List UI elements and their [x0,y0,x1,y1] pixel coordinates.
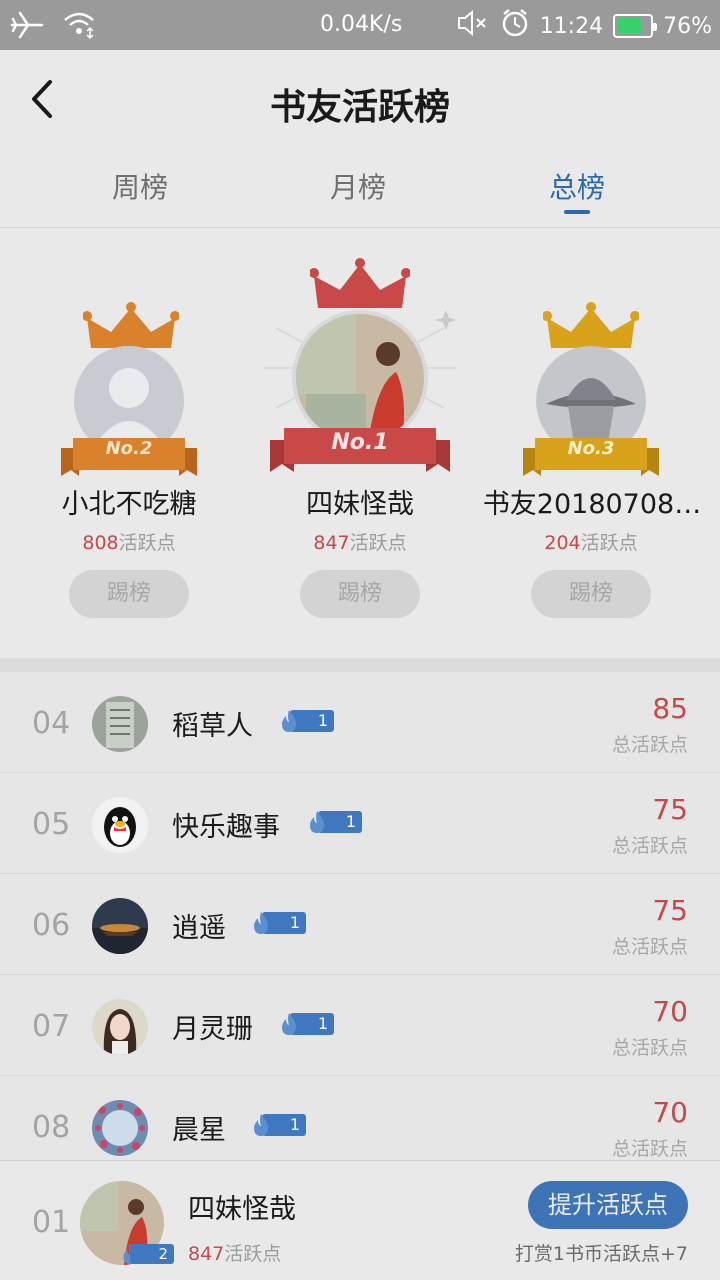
avatar[interactable] [92,696,148,752]
avatar[interactable] [92,898,148,954]
podium-second: No.2 小北不吃糖 808活跃点 踢榜 [9,228,249,658]
user-name: 稻草人 [172,711,253,742]
tab-monthly[interactable]: 月榜 [288,166,428,206]
airplane-icon [10,10,44,46]
flame-icon [310,811,324,833]
kick-button[interactable]: 踢榜 [531,570,651,618]
level-value: 2 [130,1244,174,1264]
floral-avatar-icon [92,1100,148,1156]
user-name: 逍遥 [172,913,226,944]
level-badge: 1 [276,1011,334,1037]
podium-points: 204活跃点 [471,528,711,555]
points-suffix: 活跃点 [118,532,176,554]
ranking-list: 04 稻草人 1 85 总活跃点 05 快乐趣事 1 75 总活跃点 06 逍遥 [0,672,720,1160]
tab-weekly[interactable]: 周榜 [70,166,210,206]
score-label: 总活跃点 [611,1037,688,1059]
avatar[interactable] [92,999,148,1055]
points-value: 204 [544,532,581,554]
level-badge: 1 [304,809,362,835]
points-suffix: 活跃点 [580,532,638,554]
my-points: 847活跃点 [188,1239,281,1266]
penguin-avatar-icon [92,797,148,853]
rank-badge-text: No.3 [567,438,615,459]
rank-number: 04 [32,706,71,741]
list-item[interactable]: 06 逍遥 1 75 总活跃点 [0,874,720,975]
podium: No.2 小北不吃糖 808活跃点 踢榜 No.1 四妹怪哉 847活跃点 踢榜… [0,228,720,658]
list-item[interactable]: 07 月灵珊 1 70 总活跃点 [0,975,720,1076]
crown-icon [83,302,179,348]
kick-button[interactable]: 踢榜 [300,570,420,618]
score-value: 70 [652,995,688,1028]
level-badge: 2 [118,1243,174,1265]
list-item[interactable]: 04 稻草人 1 85 总活跃点 [0,672,720,773]
score-value: 85 [652,692,688,725]
kick-button[interactable]: 踢榜 [69,570,189,618]
points-value: 847 [313,532,350,554]
rank-number: 07 [32,1009,71,1044]
user-name: 晨星 [172,1115,226,1146]
tab-overall[interactable]: 总榜 [507,166,647,206]
girl-avatar-icon [92,999,148,1055]
rank-number: 06 [32,908,71,943]
mute-icon [456,8,490,44]
level-badge: 1 [276,708,334,734]
section-divider [0,658,720,672]
score-value: 75 [652,793,688,826]
flame-icon [254,1114,268,1136]
active-tab-indicator [564,210,590,214]
podium-third: No.3 书友20180708… 204活跃点 踢榜 [471,228,711,658]
score-label: 总活跃点 [611,734,688,756]
score-value: 75 [652,894,688,927]
user-name: 快乐趣事 [172,812,280,843]
rank-badge-text: No.2 [105,438,153,459]
wifi-icon [62,10,96,46]
boost-activity-button[interactable]: 提升活跃点 [528,1181,688,1229]
user-name: 月灵珊 [172,1014,253,1045]
my-name: 四妹怪哉 [188,1194,296,1225]
podium-points: 847活跃点 [240,528,480,555]
score-label: 总活跃点 [611,835,688,857]
list-item[interactable]: 05 快乐趣事 1 75 总活跃点 [0,773,720,874]
flame-icon [254,912,268,934]
tab-bar: 周榜 月榜 总榜 [0,150,720,228]
rank-number: 05 [32,807,71,842]
flame-icon [282,710,296,732]
photo-avatar-icon [92,696,148,752]
podium-first: No.1 四妹怪哉 847活跃点 踢榜 [240,228,480,658]
avatar[interactable] [92,797,148,853]
flame-icon [282,1013,296,1035]
points-suffix: 活跃点 [224,1243,282,1265]
sunset-avatar-icon [92,898,148,954]
rank-badge-text: No.1 [331,430,389,455]
battery-icon [613,14,658,38]
alarm-icon [500,8,530,44]
battery-percent: 76% [663,13,712,39]
crown-icon [310,258,410,308]
points-value: 808 [82,532,119,554]
avatar[interactable] [92,1100,148,1156]
crown-icon [543,302,639,348]
level-badge: 1 [248,1112,306,1138]
level-badge: 1 [248,910,306,936]
reward-tip: 打赏1书币活跃点+7 [514,1243,688,1265]
my-ranking-bar: 01 2 四妹怪哉 847活跃点 提升活跃点 打赏1书币活跃点+7 [0,1160,720,1280]
score-label: 总活跃点 [611,936,688,958]
status-bar: 0.04K/s 11:24 76% [0,0,720,50]
score-value: 70 [652,1096,688,1129]
page-title: 书友活跃榜 [269,86,450,128]
podium-points: 808活跃点 [9,528,249,555]
podium-name: 小北不吃糖 [61,489,197,520]
list-item[interactable]: 08 晨星 1 70 总活跃点 [0,1076,720,1160]
my-rank: 01 [32,1205,71,1240]
clock-time: 11:24 [539,13,604,39]
points-value: 847 [188,1243,225,1265]
podium-name: 四妹怪哉 [306,489,414,520]
points-suffix: 活跃点 [349,532,407,554]
rank-number: 08 [32,1110,71,1145]
network-speed: 0.04K/s [320,12,403,37]
score-label: 总活跃点 [611,1138,688,1160]
podium-name: 书友20180708… [482,489,702,520]
app-header: 书友活跃榜 [0,50,720,150]
